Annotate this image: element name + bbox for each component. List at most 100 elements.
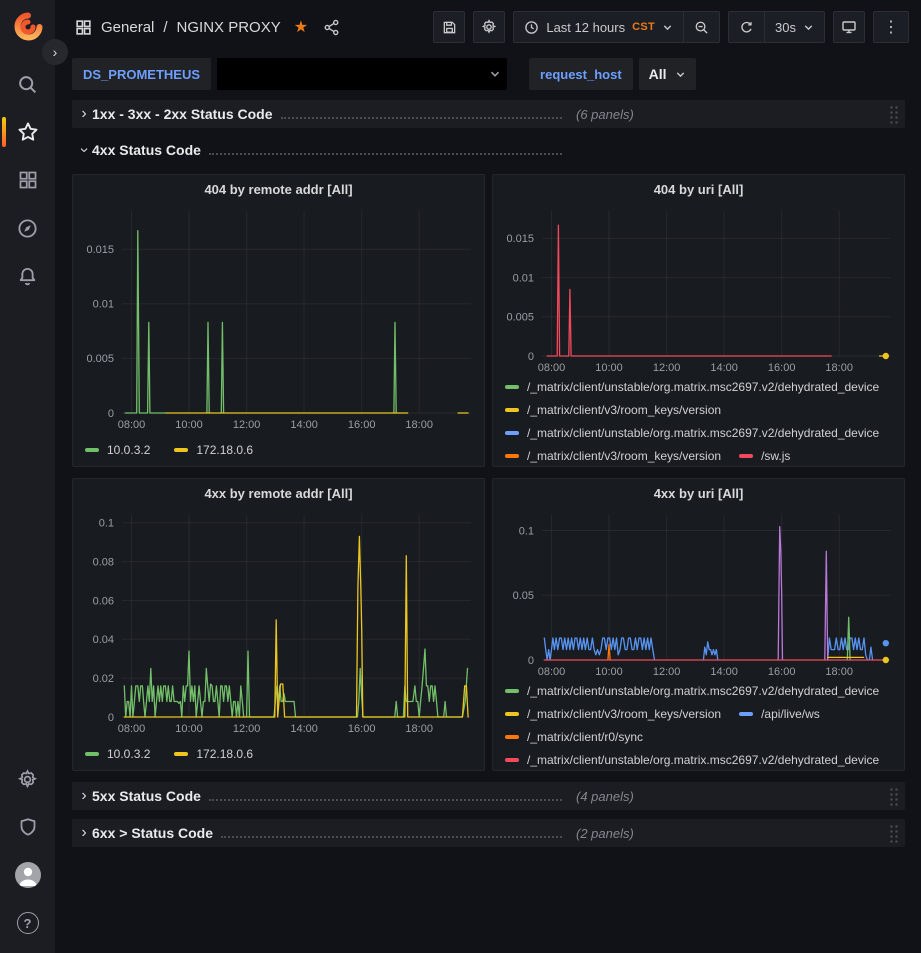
sidebar-item-dashboards[interactable]	[0, 156, 55, 204]
row-drag-handle[interactable]	[889, 824, 899, 843]
svg-text:08:00: 08:00	[538, 362, 566, 374]
chevron-down-icon	[489, 68, 501, 80]
timezone-label: CST	[632, 21, 655, 33]
svg-text:0.015: 0.015	[506, 233, 534, 245]
dashboard-body: › 1xx - 3xx - 2xx Status Code (6 panels)…	[55, 98, 921, 855]
svg-text:0.06: 0.06	[93, 595, 114, 607]
bell-icon	[17, 266, 38, 287]
refresh-button[interactable]	[729, 12, 764, 42]
shield-icon	[18, 817, 38, 837]
legend-item[interactable]: /_matrix/client/unstable/org.matrix.msc2…	[505, 426, 879, 440]
svg-text:10:00: 10:00	[595, 362, 623, 374]
refresh-interval-button[interactable]: 30s	[764, 12, 824, 42]
sidebar-item-help[interactable]: ?	[0, 899, 55, 947]
panel-404-by-uri: 404 by uri [All] 0 0.005 0.01 0.015 08:00 10:…	[492, 174, 905, 467]
panel-title[interactable]: 4xx by remote addr [All]	[73, 479, 484, 507]
request-host-variable-label[interactable]: request_host	[529, 58, 633, 90]
star-icon	[17, 121, 39, 143]
svg-text:0.1: 0.1	[519, 525, 534, 537]
sidebar-item-alerting[interactable]	[0, 252, 55, 300]
breadcrumb-folder[interactable]: General	[101, 19, 154, 36]
chevron-down-icon	[675, 69, 686, 80]
svg-text:0.01: 0.01	[513, 272, 534, 284]
chevron-right-icon: ›	[76, 824, 92, 842]
svg-text:18:00: 18:00	[405, 419, 433, 431]
svg-text:0.005: 0.005	[86, 353, 114, 365]
timeseries-chart[interactable]: 00.0050.010.01508:0010:0012:0014:0016:00…	[76, 203, 481, 435]
time-range-button[interactable]: Last 12 hours CST	[514, 12, 683, 42]
row-5xx[interactable]: › 5xx Status Code (4 panels)	[72, 782, 905, 810]
share-icon[interactable]	[323, 19, 340, 36]
question-icon: ?	[17, 912, 39, 934]
breadcrumb-dashboard[interactable]: NGINX PROXY	[177, 19, 281, 36]
svg-text:0: 0	[108, 408, 114, 420]
legend-item[interactable]: /_matrix/client/v3/room_keys/version	[505, 403, 721, 417]
dashboards-grid-icon	[18, 170, 38, 190]
svg-text:12:00: 12:00	[653, 362, 681, 374]
sidebar-item-starred[interactable]	[0, 108, 55, 156]
timeseries-chart[interactable]: 00.050.108:0010:0012:0014:0016:0018:00	[496, 507, 901, 682]
sidebar-bottom: ?	[0, 755, 55, 947]
svg-text:0.005: 0.005	[506, 312, 534, 324]
request-host-selected: All	[649, 66, 667, 82]
svg-text:0.1: 0.1	[99, 518, 114, 530]
svg-text:0.015: 0.015	[86, 244, 114, 256]
legend-item[interactable]: /sw.js	[739, 449, 790, 463]
legend-item[interactable]: 10.0.3.2	[85, 443, 150, 457]
row-6xx[interactable]: › 6xx > Status Code (2 panels)	[72, 819, 905, 847]
row-1xx-3xx-2xx[interactable]: › 1xx - 3xx - 2xx Status Code (6 panels)	[72, 100, 905, 128]
tv-mode-button[interactable]	[833, 11, 865, 43]
breadcrumb: General / NGINX PROXY ★	[75, 17, 340, 37]
legend-item[interactable]: /api/live/ws	[739, 707, 820, 721]
sidebar-item-server-admin[interactable]	[0, 803, 55, 851]
main-area: General / NGINX PROXY ★	[55, 0, 921, 953]
legend-item[interactable]: /_matrix/client/r0/sync	[505, 730, 643, 744]
svg-text:08:00: 08:00	[538, 666, 566, 678]
row-drag-handle[interactable]	[889, 105, 899, 124]
timeseries-chart[interactable]: 00.020.040.060.080.108:0010:0012:0014:00…	[76, 507, 481, 739]
svg-text:12:00: 12:00	[233, 419, 261, 431]
datasource-variable-label[interactable]: DS_PROMETHEUS	[72, 58, 211, 90]
timeseries-chart[interactable]: 00.0050.010.01508:0010:0012:0014:0016:00…	[496, 203, 901, 378]
legend-item[interactable]: 10.0.3.2	[85, 747, 150, 761]
row-drag-handle[interactable]	[889, 787, 899, 806]
legend-item[interactable]: 172.18.0.6	[174, 747, 253, 761]
legend-item[interactable]: /_matrix/client/unstable/org.matrix.msc2…	[505, 753, 879, 767]
row-4xx[interactable]: › 4xx Status Code	[72, 136, 905, 164]
zoom-out-button[interactable]	[683, 12, 719, 42]
legend-item[interactable]: /_matrix/client/unstable/org.matrix.msc2…	[505, 684, 879, 698]
kebab-menu-button[interactable]: ⋮	[873, 11, 909, 43]
favorite-star-icon[interactable]: ★	[294, 17, 308, 37]
grafana-app: ›	[0, 0, 921, 953]
datasource-variable-value[interactable]	[217, 58, 507, 90]
request-host-variable-value[interactable]: All	[639, 58, 696, 90]
refresh-picker: 30s	[728, 11, 825, 43]
clock-icon	[524, 20, 539, 35]
panel-title[interactable]: 404 by uri [All]	[493, 175, 904, 203]
legend-item[interactable]: 172.18.0.6	[174, 443, 253, 457]
legend-item[interactable]: /_matrix/client/v3/room_keys/version	[505, 449, 721, 463]
sidebar-item-search[interactable]	[0, 60, 55, 108]
sidebar-expand-button[interactable]: ›	[42, 39, 68, 65]
svg-text:12:00: 12:00	[653, 666, 681, 678]
chart-legend: /_matrix/client/unstable/org.matrix.msc2…	[493, 682, 904, 768]
svg-text:10:00: 10:00	[175, 419, 203, 431]
panel-4xx-by-uri: 4xx by uri [All] 00.050.108:0010:0012:00…	[492, 478, 905, 771]
dashboard-settings-button[interactable]	[473, 11, 505, 43]
save-dashboard-button[interactable]	[433, 11, 465, 43]
sidebar-item-explore[interactable]	[0, 204, 55, 252]
refresh-interval-label: 30s	[775, 20, 796, 35]
legend-item[interactable]: /_matrix/client/unstable/org.matrix.msc2…	[505, 380, 879, 394]
svg-text:0: 0	[528, 351, 534, 363]
panel-title[interactable]: 4xx by uri [All]	[493, 479, 904, 507]
dashboards-grid-icon[interactable]	[75, 19, 92, 36]
sidebar-item-configuration[interactable]	[0, 755, 55, 803]
sidebar-item-profile[interactable]	[0, 851, 55, 899]
panels-grid: 404 by remote addr [All] 0 0.005 0.01 0.015…	[72, 174, 905, 771]
svg-text:0.04: 0.04	[93, 634, 114, 646]
chevron-down-icon	[803, 22, 814, 33]
panel-title[interactable]: 404 by remote addr [All]	[73, 175, 484, 203]
legend-item[interactable]: /_matrix/client/v3/room_keys/version	[505, 707, 721, 721]
svg-text:0: 0	[528, 655, 534, 667]
toolbar-actions: Last 12 hours CST	[433, 11, 909, 43]
